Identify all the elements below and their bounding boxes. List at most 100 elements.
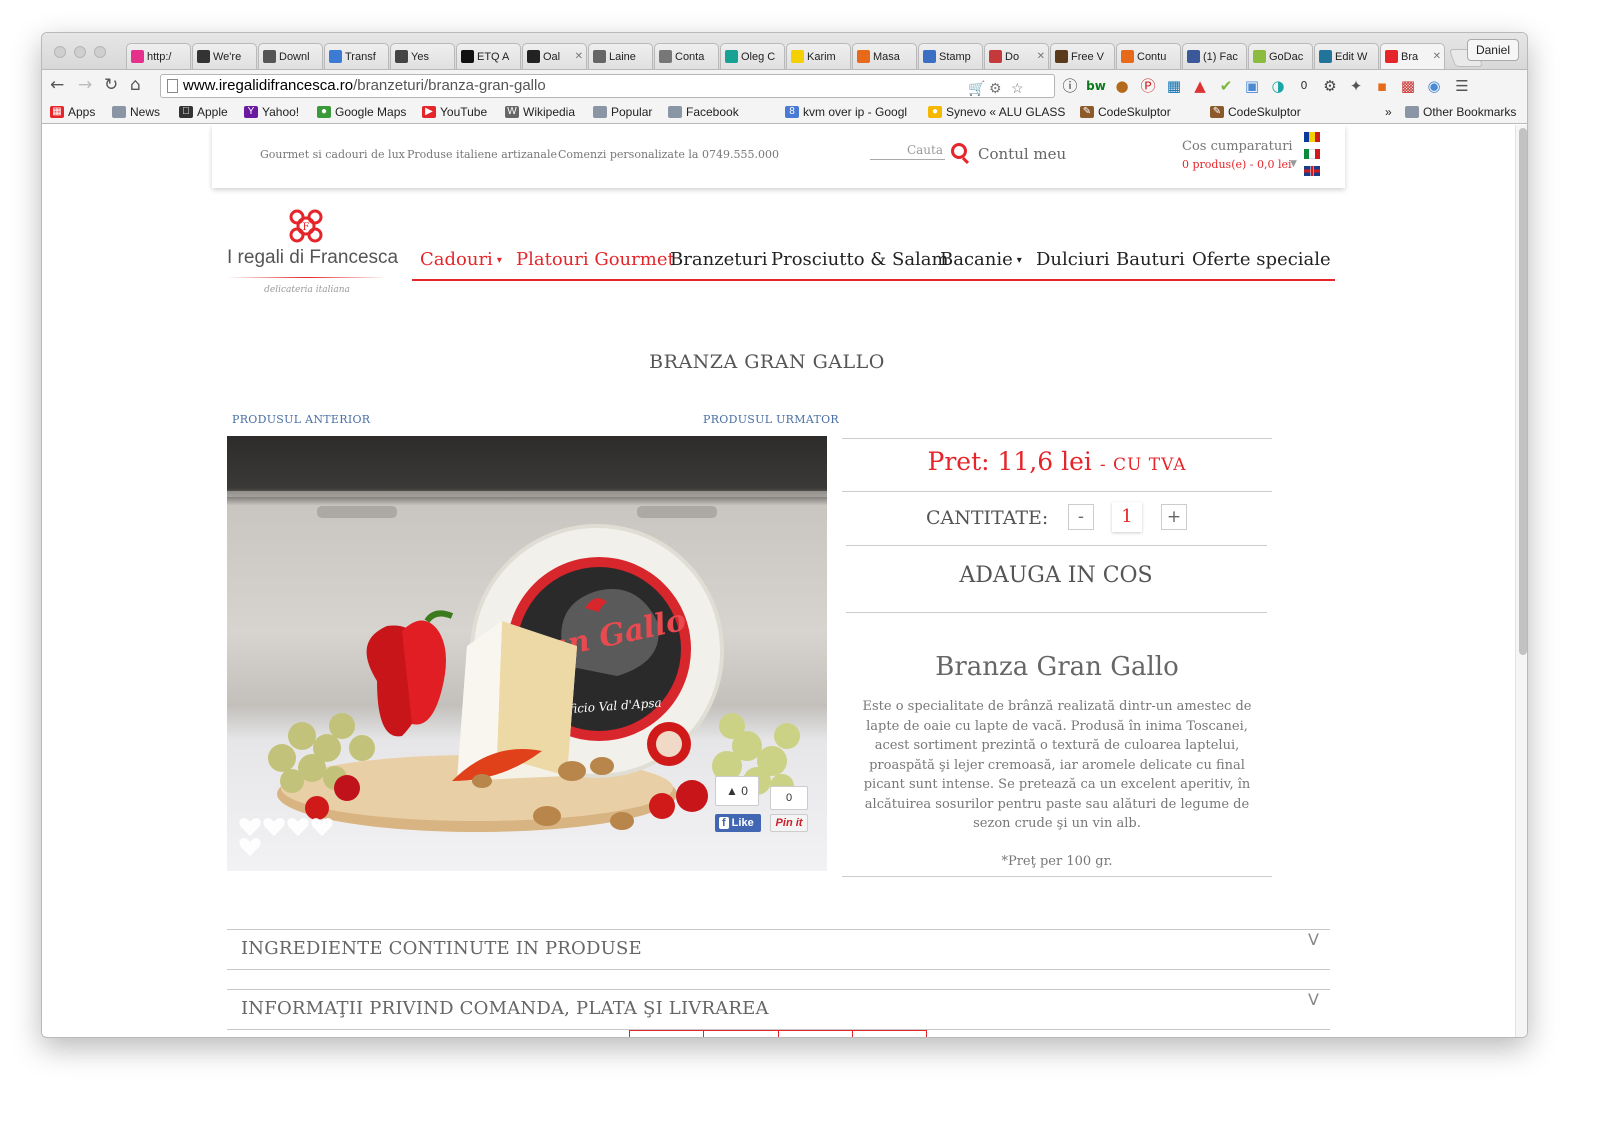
bookmark-item[interactable]: ▶ YouTube (422, 105, 487, 119)
extension-bw-icon[interactable]: bw (1086, 76, 1106, 96)
rating-hearts[interactable] (239, 818, 333, 856)
extension-puzzle-icon[interactable]: ✦ (1346, 76, 1366, 96)
bookmark-item[interactable]: ● Synevo « ALU GLASS (928, 105, 1065, 119)
search-input[interactable]: Cauta (870, 143, 945, 160)
search-icon[interactable] (951, 143, 967, 159)
extension-new-icon[interactable]: ▪ (1372, 76, 1392, 96)
tab-close-icon[interactable]: ✕ (1433, 51, 1441, 62)
browser-tab[interactable]: (1) Fac (1182, 43, 1247, 69)
nav-item[interactable]: Bauturi (1116, 249, 1185, 270)
extension-delicious-icon[interactable]: ▦ (1164, 76, 1184, 96)
nav-item[interactable]: Platouri Gourmet (516, 249, 675, 270)
accordion-order-info-toggle[interactable]: V (1308, 990, 1319, 1009)
top-link-produse[interactable]: Produse italiene artizanale (407, 148, 557, 161)
browser-tab[interactable]: ETQ A (456, 43, 521, 69)
quantity-input[interactable]: 1 (1112, 502, 1142, 532)
bookmark-item[interactable]: Y Yahoo! (244, 105, 299, 119)
nav-item[interactable]: Dulciuri (1036, 249, 1110, 270)
browser-tab[interactable]: We're (192, 43, 257, 69)
bookmark-item[interactable]:  Apple (179, 105, 228, 119)
accordion-ingredients-toggle[interactable]: V (1308, 930, 1319, 949)
product-image[interactable]: Gran Gallo Caseificio Val d'Apsa ▲ 0 f L… (227, 436, 827, 871)
extension-1password-icon[interactable]: ⓘ (1060, 76, 1080, 96)
top-link-gourmet[interactable]: Gourmet si cadouri de lux (260, 148, 405, 161)
quantity-decrease-button[interactable]: - (1068, 504, 1094, 530)
bookmark-star-icon[interactable]: ☆ (1011, 77, 1024, 99)
menu-hamburger-icon[interactable]: ☰ (1452, 76, 1472, 96)
tab-close-icon[interactable]: ✕ (575, 51, 583, 62)
browser-tab[interactable]: Downl (258, 43, 323, 69)
previous-product-link[interactable]: PRODUSUL ANTERIOR (232, 413, 370, 426)
browser-tab[interactable]: Edit W (1314, 43, 1379, 69)
browser-tab[interactable]: Oal ✕ (522, 43, 587, 69)
zoom-window-button[interactable] (94, 46, 106, 58)
browser-tab[interactable]: Conta (654, 43, 719, 69)
extension-cookie-icon[interactable]: ● (1112, 76, 1132, 96)
extension-wave-icon[interactable]: ◑ (1268, 76, 1288, 96)
browser-tab[interactable]: Oleg C (720, 43, 785, 69)
top-link-comenzi[interactable]: Comenzi personalizate la 0749.555.000 (558, 148, 779, 161)
browser-tab[interactable]: http:/ (126, 43, 191, 69)
nav-item[interactable]: Cadouri ▾ (420, 249, 502, 270)
tab-close-icon[interactable]: ✕ (1037, 51, 1045, 62)
reload-button[interactable]: ↻ (104, 77, 118, 94)
accordion-order-info[interactable]: INFORMAŢII PRIVIND COMANDA, PLATA ŞI LIV… (241, 998, 769, 1019)
bookmark-item[interactable]: Popular (593, 105, 652, 119)
nav-item[interactable]: Bacanie ▾ (940, 249, 1022, 270)
extension-counter-icon[interactable]: 0 (1294, 76, 1314, 96)
close-window-button[interactable] (54, 46, 66, 58)
flag-ro-icon[interactable] (1304, 132, 1320, 142)
extension-red-icon[interactable]: ▩ (1398, 76, 1418, 96)
back-button[interactable]: ← (50, 77, 64, 94)
extension-pinterest-icon[interactable]: Ⓟ (1138, 76, 1158, 96)
bookmarks-overflow-button[interactable]: » (1385, 105, 1392, 119)
cart-summary[interactable]: 0 produs(e) - 0,0 lei (1182, 158, 1292, 171)
address-bar[interactable]: www.iregalidifrancesca.ro/branzeturi/bra… (160, 74, 1055, 98)
home-button[interactable]: ⌂ (130, 77, 141, 94)
bookmark-item[interactable]: ▦ Apps (50, 105, 95, 119)
browser-tab[interactable]: Transf (324, 43, 389, 69)
nav-item[interactable]: Branzeturi (670, 249, 767, 270)
add-to-cart-button[interactable]: ADAUGA IN COS (846, 563, 1266, 588)
cart-extension-icon[interactable]: 🛒 (968, 77, 985, 99)
extension-chrome-icon[interactable]: ◉ (1424, 76, 1444, 96)
bookmark-item[interactable]: ✎ CodeSkulptor (1080, 105, 1171, 119)
nav-item[interactable]: Oferte speciale (1192, 249, 1331, 270)
gear-icon[interactable]: ⚙ (989, 77, 1002, 99)
browser-tab[interactable]: Bra ✕ (1380, 43, 1445, 69)
flag-it-icon[interactable] (1304, 149, 1320, 159)
browser-tab[interactable]: Contu (1116, 43, 1181, 69)
browser-tab[interactable]: Laine (588, 43, 653, 69)
site-logo[interactable]: F I regali di Francesca delicateria ital… (227, 205, 398, 300)
next-product-link[interactable]: PRODUSUL URMATOR (703, 413, 839, 426)
accordion-ingredients[interactable]: INGREDIENTE CONTINUTE IN PRODUSE (241, 938, 642, 959)
browser-tab[interactable]: Karim (786, 43, 851, 69)
browser-tab[interactable]: GoDac (1248, 43, 1313, 69)
scrollbar-thumb[interactable] (1519, 128, 1527, 655)
extension-on-icon[interactable]: ▲ (1190, 76, 1210, 96)
bookmark-item[interactable]: W Wikipedia (505, 105, 575, 119)
browser-tab[interactable]: Do ✕ (984, 43, 1049, 69)
extension-screen-icon[interactable]: ▣ (1242, 76, 1262, 96)
browser-tab[interactable]: Free V (1050, 43, 1115, 69)
nav-item[interactable]: Prosciutto & Salam (771, 249, 949, 270)
bookmark-item[interactable]: ✎ CodeSkulptor (1210, 105, 1301, 119)
flag-uk-icon[interactable] (1304, 166, 1320, 176)
extension-ok-icon[interactable]: ✔ (1216, 76, 1236, 96)
quantity-increase-button[interactable]: + (1161, 504, 1187, 530)
settings-gear-icon[interactable]: ⚙ (1320, 76, 1340, 96)
profile-button[interactable]: Daniel (1466, 39, 1519, 61)
cart-title[interactable]: Cos cumparaturi (1182, 139, 1293, 154)
browser-tab[interactable]: Stamp (918, 43, 983, 69)
bookmark-item[interactable]: 8 kvm over ip - Googl (785, 105, 907, 119)
pinterest-pin-button[interactable]: Pin it (770, 814, 808, 832)
browser-tab[interactable]: Yes (390, 43, 455, 69)
browser-tab[interactable]: Masa (852, 43, 917, 69)
bookmark-item[interactable]: ● Google Maps (317, 105, 406, 119)
bookmark-item[interactable]: Facebook (668, 105, 739, 119)
other-bookmarks[interactable]: Other Bookmarks (1405, 105, 1516, 119)
facebook-like-button[interactable]: f Like (715, 814, 761, 832)
minimize-window-button[interactable] (74, 46, 86, 58)
bookmark-item[interactable]: News (112, 105, 160, 119)
account-link[interactable]: Contul meu (978, 145, 1066, 163)
